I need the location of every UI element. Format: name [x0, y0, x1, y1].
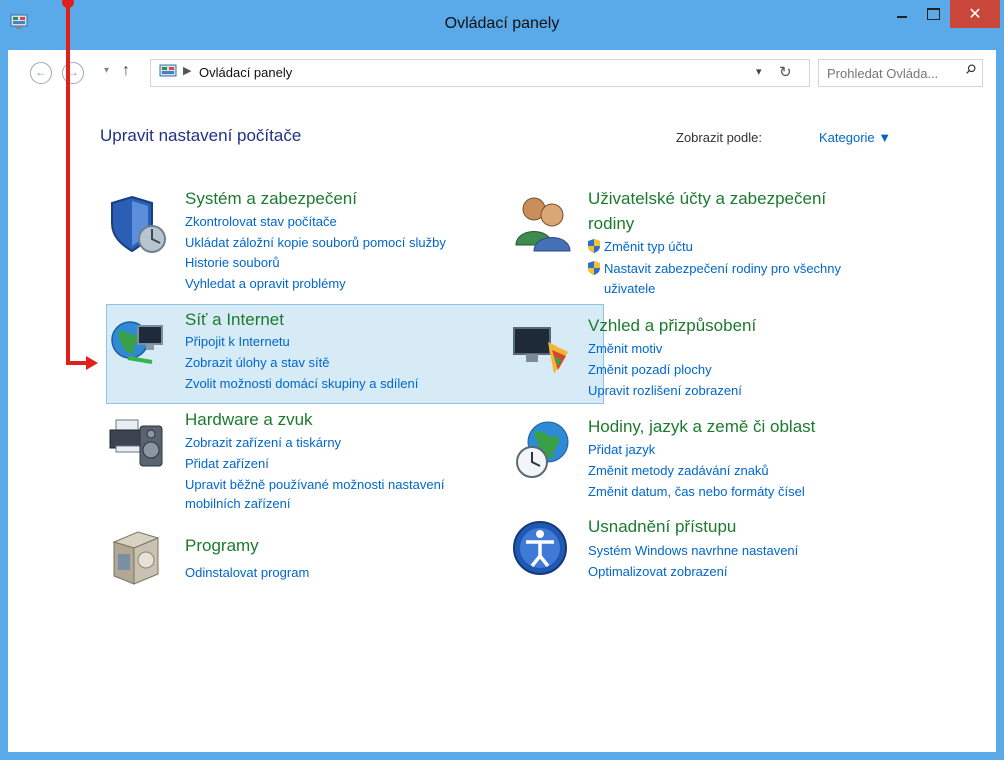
accessibility-icon	[513, 521, 567, 575]
view-by-value: Kategorie	[819, 130, 875, 145]
dropdown-arrow-icon: ▼	[878, 130, 892, 145]
category-user-accounts-line2[interactable]: rodiny	[588, 214, 634, 234]
link-family-safety-line2[interactable]: uživatele	[604, 281, 655, 296]
category-ease-of-access[interactable]: Usnadnění přístupu	[588, 517, 736, 537]
search-icon[interactable]	[966, 64, 976, 74]
control-panel-window: Ovládací panely ✕ ← → ▾ ↑ ▶ Ovládací pan…	[0, 0, 1004, 760]
control-panel-small-icon	[159, 64, 177, 77]
link-devices-printers[interactable]: Zobrazit zařízení a tiskárny	[185, 435, 341, 450]
close-icon: ✕	[968, 6, 982, 23]
category-clock-language-region[interactable]: Hodiny, jazyk a země či oblast	[588, 417, 815, 437]
clock-globe-icon	[516, 421, 569, 478]
refresh-icon[interactable]: ↻	[779, 63, 792, 81]
recent-locations-dropdown[interactable]: ▾	[104, 65, 109, 76]
security-shield-icon	[111, 195, 166, 253]
link-change-account-type[interactable]: Změnit typ účtu	[604, 239, 693, 254]
maximize-button[interactable]	[919, 0, 947, 28]
link-input-methods[interactable]: Změnit metody zadávání znaků	[588, 463, 769, 478]
link-date-time-formats[interactable]: Změnit datum, čas nebo formáty čísel	[588, 484, 805, 499]
content-area: ← → ▾ ↑ ▶ Ovládací panely ▾ ↻ Prohledat …	[8, 50, 996, 752]
minimize-button[interactable]	[888, 0, 916, 28]
view-by-dropdown[interactable]: Kategorie ▼	[819, 130, 891, 145]
up-button[interactable]: ↑	[122, 62, 130, 80]
annotation-line-horizontal	[66, 361, 86, 365]
category-system-security[interactable]: Systém a zabezpečení	[185, 189, 357, 209]
navigation-bar: ← → ▾ ↑ ▶ Ovládací panely ▾ ↻	[8, 56, 996, 88]
link-network-status[interactable]: Zobrazit úlohy a stav sítě	[185, 355, 330, 370]
window-border-left	[0, 50, 8, 760]
network-globe-icon	[111, 321, 163, 364]
uac-shield-icon	[588, 261, 600, 275]
window-border-right	[996, 50, 1004, 760]
category-user-accounts[interactable]: Uživatelské účty a zabezpečení	[588, 189, 826, 209]
programs-box-icon	[112, 531, 160, 585]
address-bar[interactable]: ▶ Ovládací panely ▾ ↻	[150, 59, 810, 87]
back-button[interactable]: ←	[30, 62, 52, 84]
link-add-device[interactable]: Přidat zařízení	[185, 456, 269, 471]
title-bar[interactable]: Ovládací panely ✕	[0, 0, 1004, 50]
link-screen-resolution[interactable]: Upravit rozlišení zobrazení	[588, 383, 742, 398]
link-let-windows-suggest-settings[interactable]: Systém Windows navrhne nastavení	[588, 543, 798, 558]
up-arrow-icon: ↑	[122, 62, 130, 79]
link-backup-files[interactable]: Ukládat záložní kopie souborů pomocí slu…	[185, 235, 446, 250]
link-uninstall-program[interactable]: Odinstalovat program	[185, 565, 309, 580]
link-troubleshoot[interactable]: Vyhledat a opravit problémy	[185, 276, 346, 291]
link-change-desktop-background[interactable]: Změnit pozadí plochy	[588, 362, 712, 377]
breadcrumb-separator-icon[interactable]: ▶	[183, 64, 191, 77]
view-by-label: Zobrazit podle:	[676, 130, 762, 145]
breadcrumb[interactable]: Ovládací panely	[199, 65, 292, 80]
link-homegroup-sharing[interactable]: Zvolit možnosti domácí skupiny a sdílení	[185, 376, 418, 391]
link-family-safety[interactable]: Nastavit zabezpečení rodiny pro všechny	[604, 261, 841, 276]
annotation-line-vertical	[66, 2, 70, 365]
search-input[interactable]	[819, 60, 959, 86]
category-programs[interactable]: Programy	[185, 536, 259, 556]
back-arrow-icon: ←	[35, 65, 47, 79]
page-title: Upravit nastavení počítače	[100, 126, 302, 145]
link-optimize-visual-display[interactable]: Optimalizovat zobrazení	[588, 564, 727, 579]
printer-speaker-icon	[109, 419, 163, 467]
link-change-theme[interactable]: Změnit motiv	[588, 341, 662, 356]
link-add-language[interactable]: Přidat jazyk	[588, 442, 655, 457]
link-mobility-settings-line2[interactable]: mobilních zařízení	[185, 496, 291, 511]
appearance-monitor-icon	[513, 327, 568, 374]
link-connect-internet[interactable]: Připojit k Internetu	[185, 334, 290, 349]
search-box[interactable]	[818, 59, 983, 87]
uac-shield-icon	[588, 239, 600, 253]
link-mobility-settings[interactable]: Upravit běžně používané možnosti nastave…	[185, 477, 444, 492]
annotation-arrowhead	[86, 356, 98, 370]
category-appearance[interactable]: Vzhled a přizpůsobení	[588, 316, 756, 336]
link-check-computer-status[interactable]: Zkontrolovat stav počítače	[185, 214, 337, 229]
address-dropdown-icon[interactable]: ▾	[756, 65, 762, 78]
window-border-bottom	[0, 752, 1004, 760]
category-hardware-sound[interactable]: Hardware a zvuk	[185, 410, 313, 430]
close-button[interactable]: ✕	[950, 0, 1000, 28]
window-title: Ovládací panely	[444, 15, 560, 32]
link-file-history[interactable]: Historie souborů	[185, 255, 280, 270]
users-icon	[515, 197, 571, 252]
category-network-internet[interactable]: Síť a Internet	[185, 310, 284, 330]
